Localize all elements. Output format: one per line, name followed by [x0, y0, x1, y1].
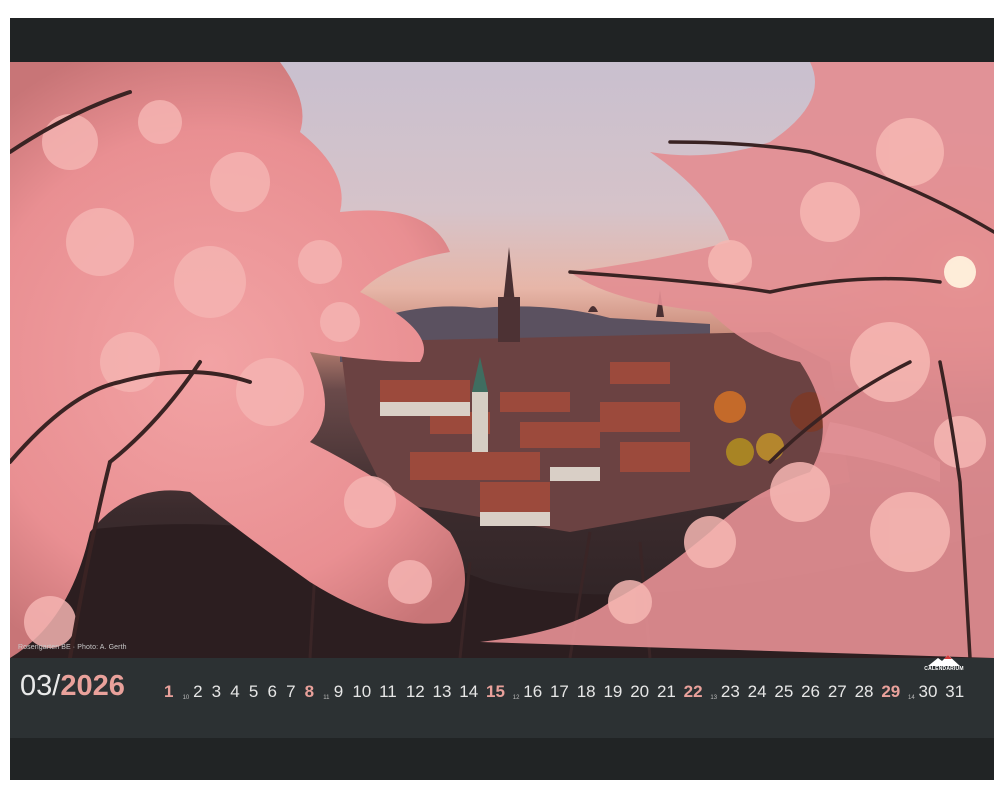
day-number: 17 — [549, 682, 569, 701]
day-number: 4 — [230, 682, 240, 701]
day-number: 14 — [459, 682, 479, 701]
day-number: 26 — [801, 682, 821, 701]
day-number: 6 — [267, 682, 277, 701]
day-number: 7 — [286, 682, 296, 701]
day-number: 31 — [945, 682, 965, 701]
day-number: 24 — [747, 682, 767, 701]
day-number: 20 — [630, 682, 650, 701]
day-number: 2 — [193, 682, 203, 701]
week-number: 11 — [323, 695, 330, 701]
week-number: 10 — [182, 695, 190, 701]
day-number: 23 — [720, 682, 740, 701]
day-number: 21 — [656, 682, 676, 701]
day-number: 9 — [333, 682, 344, 701]
day-number: 18 — [576, 682, 596, 701]
day-number: 5 — [248, 682, 259, 701]
day-number: 11 — [379, 682, 397, 701]
day-number: 16 — [523, 682, 543, 701]
calendar-page — [10, 18, 994, 780]
day-number: 28 — [854, 682, 874, 701]
cherry-blossom-city-illustration — [10, 62, 994, 658]
day-number: 12 — [405, 682, 425, 701]
day-number: 29 — [881, 682, 901, 701]
top-band — [10, 18, 994, 62]
day-number: 15 — [486, 682, 505, 701]
week-number: 12 — [512, 695, 520, 701]
day-number: 1 — [164, 682, 174, 701]
day-number: 13 — [432, 682, 452, 701]
photo-caption: Rosengarten BE · Photo: A. Gerth — [18, 644, 127, 651]
day-number: 30 — [918, 682, 938, 701]
day-number: 22 — [683, 682, 703, 701]
day-number: 25 — [774, 682, 794, 701]
day-number: 19 — [603, 682, 623, 701]
landscape-photo — [10, 62, 994, 658]
day-number: 10 — [352, 682, 372, 701]
week-number: 13 — [710, 695, 718, 701]
bottom-band — [10, 738, 994, 780]
day-number: 27 — [827, 682, 847, 701]
day-number: 3 — [211, 682, 222, 701]
day-number: 8 — [304, 682, 315, 701]
day-strip: 1 10 2 3 4 5 6 7 8 11 9 10 11 12 13 14 15 12 16 17 18 19 20 21 2… — [0, 672, 984, 712]
week-number: 14 — [908, 695, 915, 701]
